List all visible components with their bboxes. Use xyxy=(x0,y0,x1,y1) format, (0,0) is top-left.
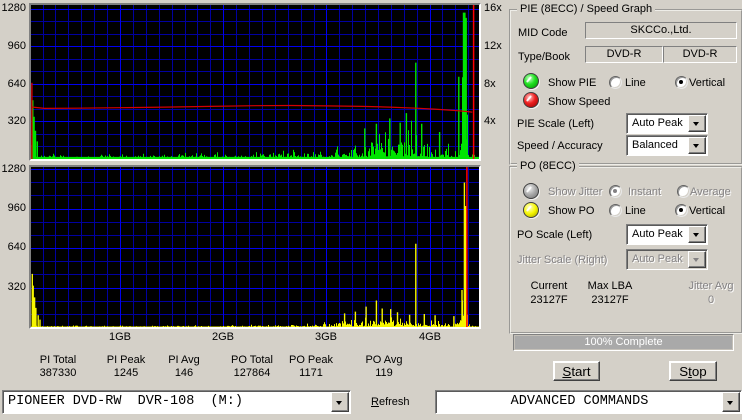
show-pie-led[interactable] xyxy=(523,73,539,89)
po-ytick-960: 960 xyxy=(0,202,26,214)
jitter-instant-radio xyxy=(609,185,622,198)
show-jitter-label: Show Jitter xyxy=(548,186,602,198)
mid-code-value: SKCCo.,Ltd. xyxy=(585,22,737,39)
jitter-scale-dropdown-arrow xyxy=(688,251,706,268)
jitter-scale-label: Jitter Scale (Right) xyxy=(517,254,607,266)
pie-ytick-1280: 1280 xyxy=(0,2,26,14)
chevron-down-icon xyxy=(693,144,699,148)
po-scale-label: PO Scale (Left) xyxy=(517,229,592,241)
max-lba-label: Max LBA xyxy=(580,280,640,292)
stop-button[interactable]: Stop xyxy=(669,361,717,381)
mid-code-label: MID Code xyxy=(518,27,568,39)
pie-ytick-320: 320 xyxy=(0,115,26,127)
scan-progress-fill: 100% Complete xyxy=(515,336,732,349)
max-lba-value: 23127F xyxy=(580,294,640,306)
show-speed-led[interactable] xyxy=(523,92,539,108)
pie-scale-label: PIE Scale (Left) xyxy=(517,118,594,130)
show-po-label: Show PO xyxy=(548,205,594,217)
po-ytick-640: 640 xyxy=(0,241,26,253)
stat-po-peak: PO Peak1171 xyxy=(269,354,353,380)
refresh-button[interactable]: Refresh xyxy=(371,396,410,408)
speed-accuracy-label: Speed / Accuracy xyxy=(517,140,603,152)
xtick-3gb: 3GB xyxy=(301,331,351,343)
pie-speed-graph xyxy=(29,3,481,161)
chevron-down-icon xyxy=(336,401,342,405)
chevron-down-icon xyxy=(727,401,733,405)
pie-panel-title: PIE (8ECC) / Speed Graph xyxy=(517,3,655,15)
pie-ytick-640: 640 xyxy=(0,78,26,90)
po-ytick-1280: 1280 xyxy=(0,163,26,175)
start-button[interactable]: Start xyxy=(553,361,600,381)
show-po-led[interactable] xyxy=(523,202,539,218)
type-value: DVD-R xyxy=(585,46,663,63)
xtick-4gb: 4GB xyxy=(405,331,455,343)
jitter-average-label: Average xyxy=(690,186,731,198)
po-panel-title: PO (8ECC) xyxy=(517,160,579,172)
stat-po-avg: PO Avg119 xyxy=(342,354,426,380)
drive-dropdown-arrow[interactable] xyxy=(331,392,349,412)
po-panel: PO (8ECC) Show Jitter Instant Average Sh… xyxy=(509,166,742,334)
speed-accuracy-dropdown-arrow[interactable] xyxy=(688,137,706,154)
current-value: 23127F xyxy=(519,294,579,306)
po-scale-select[interactable]: Auto Peak xyxy=(626,224,708,245)
show-speed-label: Show Speed xyxy=(548,96,610,108)
po-line-label: Line xyxy=(625,205,646,217)
current-label: Current xyxy=(519,280,579,292)
scan-progress-bar: 100% Complete xyxy=(513,334,734,351)
jitter-average-radio xyxy=(677,185,690,198)
chevron-down-icon xyxy=(693,258,699,262)
jitter-avg-value: 0 xyxy=(681,294,741,306)
po-vertical-radio[interactable] xyxy=(675,204,688,217)
xtick-2gb: 2GB xyxy=(198,331,248,343)
jitter-instant-label: Instant xyxy=(628,186,661,198)
pie-scale-dropdown-arrow[interactable] xyxy=(688,115,706,132)
chevron-down-icon xyxy=(693,122,699,126)
chevron-down-icon xyxy=(693,233,699,237)
pie-vertical-label: Vertical xyxy=(689,77,725,89)
book-value: DVD-R xyxy=(663,46,737,63)
pie-vertical-radio[interactable] xyxy=(675,76,688,89)
show-pie-label: Show PIE xyxy=(548,77,596,89)
po-line-radio[interactable] xyxy=(609,204,622,217)
drive-select-value: PIONEER DVD-RW DVR-108 (M:) xyxy=(8,395,243,408)
drive-select[interactable]: PIONEER DVD-RW DVR-108 (M:) xyxy=(2,390,351,414)
pie-speed-panel: PIE (8ECC) / Speed Graph MID Code SKCCo.… xyxy=(509,9,742,165)
po-scale-dropdown-arrow[interactable] xyxy=(688,226,706,243)
po-ytick-320: 320 xyxy=(0,281,26,293)
jitter-scale-select: Auto Peak xyxy=(626,249,708,270)
type-book-label: Type/Book xyxy=(518,51,570,63)
show-jitter-led xyxy=(523,183,539,199)
pie-ytick-960: 960 xyxy=(0,40,26,52)
advanced-commands-select[interactable]: ADVANCED COMMANDS xyxy=(435,390,742,414)
pie-line-radio[interactable] xyxy=(609,76,622,89)
po-vertical-label: Vertical xyxy=(689,205,725,217)
speed-accuracy-select[interactable]: Balanced xyxy=(626,135,708,156)
po-graph xyxy=(29,165,481,329)
xtick-1gb: 1GB xyxy=(95,331,145,343)
advanced-commands-value: ADVANCED COMMANDS xyxy=(440,395,719,408)
advanced-dropdown-arrow[interactable] xyxy=(722,392,740,412)
jitter-avg-label: Jitter Avg xyxy=(681,280,741,292)
pie-line-label: Line xyxy=(625,77,646,89)
pie-scale-select[interactable]: Auto Peak xyxy=(626,113,708,134)
app-window: 1280 960 640 320 16x 12x 8x 4x 1280 960 … xyxy=(0,0,742,420)
